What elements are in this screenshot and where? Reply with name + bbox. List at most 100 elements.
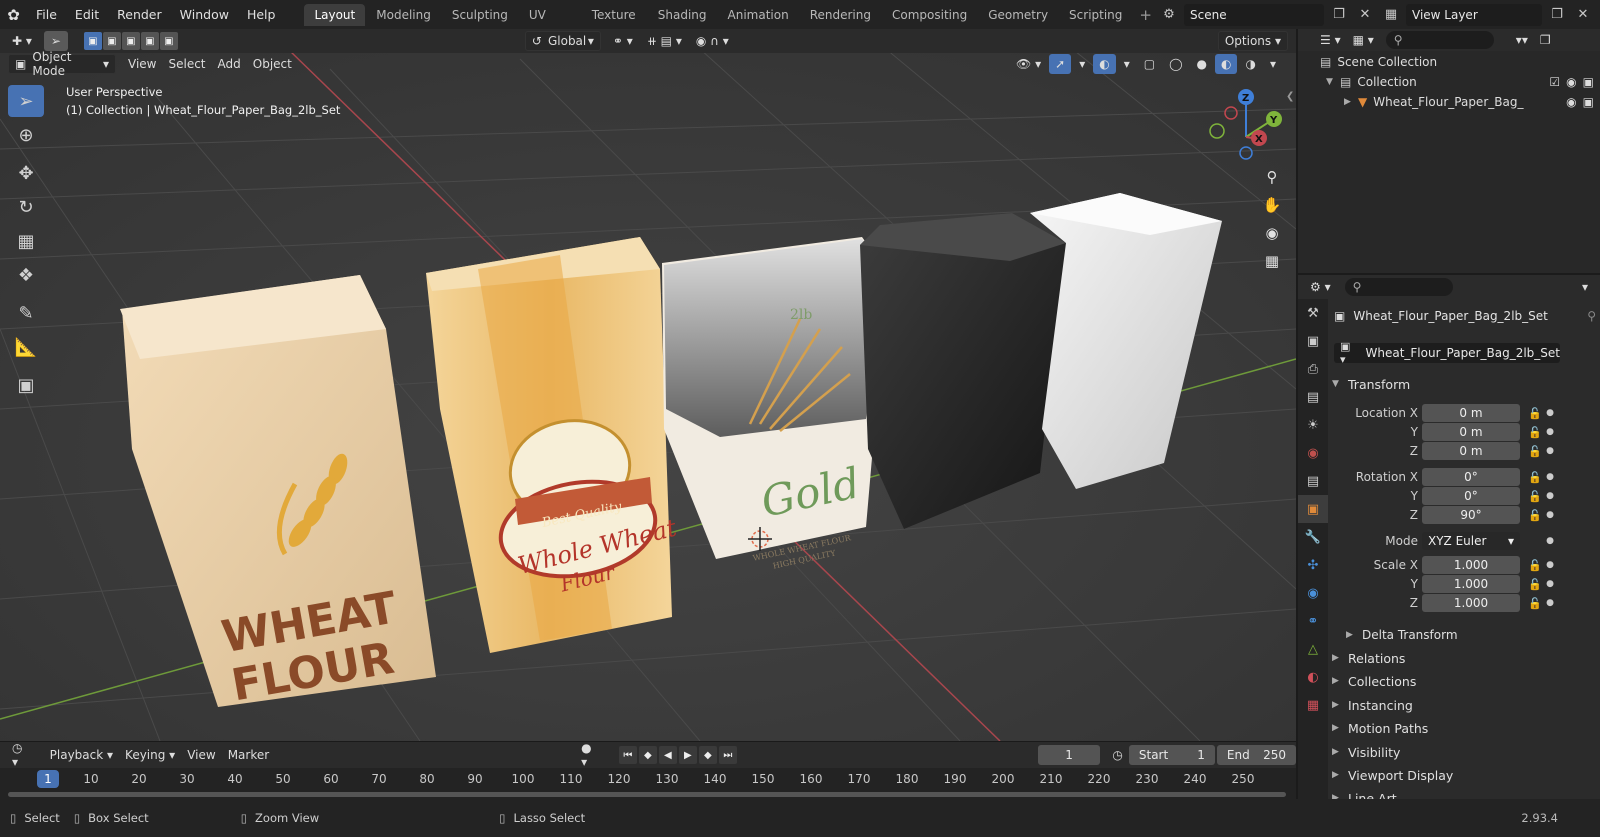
pin-icon[interactable]: ⚲	[1587, 309, 1596, 323]
annotate-icon[interactable]: ✎	[8, 297, 44, 329]
proportional-edit-icon[interactable]: ◉ ∩ ▾	[690, 31, 735, 51]
object-tab-icon[interactable]: ▣	[1298, 495, 1328, 523]
tab-shading[interactable]: Shading	[648, 4, 717, 26]
shading-material-icon[interactable]: ◐	[1215, 54, 1238, 74]
start-frame-field[interactable]: Start 1	[1128, 745, 1215, 765]
grid-icon[interactable]: ▦	[1258, 247, 1286, 275]
visibility-icon[interactable]: 👁 ▾	[1010, 54, 1047, 74]
panel-line-art[interactable]: ▶ Line Art	[1332, 787, 1596, 800]
texture-tab-icon[interactable]: ▦	[1298, 691, 1328, 719]
transform-orientation-dropdown[interactable]: ↺ Global ▾	[524, 31, 601, 51]
cursor-icon[interactable]: ⊕	[8, 119, 44, 151]
menu-playback[interactable]: Playback ▾	[44, 745, 119, 765]
object-name-field[interactable]: ▣ ▾ Wheat_Flour_Paper_Bag_2lb_Set	[1334, 340, 1560, 366]
tab-layout[interactable]: Layout	[304, 3, 366, 26]
options-dropdown[interactable]: Options ▾	[1217, 31, 1288, 51]
timeline-editor-type-icon[interactable]: ◷ ▾	[6, 741, 36, 769]
prev-keyframe-icon[interactable]: ◆	[638, 746, 657, 764]
editor-type-icon[interactable]: ✚ ▾	[6, 31, 38, 51]
object-mode-dropdown[interactable]: ▣ Object Mode ▾	[8, 50, 116, 78]
shading-solid-icon[interactable]: ●	[1191, 54, 1213, 74]
auto-keying-icon[interactable]: ● ▾	[575, 741, 605, 769]
scale-icon[interactable]: ▦	[8, 225, 44, 257]
outliner-row-collection[interactable]: ▼ ▤ Collection ☑ ◉ ▣	[1298, 72, 1598, 92]
camera-render-icon[interactable]: ▣	[1583, 75, 1594, 89]
shading-wireframe-icon[interactable]: ◯	[1163, 54, 1188, 74]
keyframe-dot-icon[interactable]: ●	[1544, 598, 1556, 608]
expand-arrow-icon[interactable]: ▶	[1344, 97, 1358, 107]
rotation-z-field[interactable]: 90°	[1422, 506, 1520, 524]
blender-logo-icon[interactable]: ✿	[0, 0, 27, 29]
camera-render-icon[interactable]: ▣	[1583, 95, 1594, 109]
tab-rendering[interactable]: Rendering	[800, 4, 881, 26]
tab-geometry-nodes[interactable]: Geometry Nodes	[978, 4, 1058, 44]
current-frame-field[interactable]: 1	[1037, 745, 1101, 765]
new-scene-icon[interactable]: ❐	[1328, 4, 1350, 26]
collection-tab-icon[interactable]: ▤	[1298, 467, 1328, 495]
location-x-field[interactable]: 0 m	[1422, 404, 1520, 422]
new-view-layer-icon[interactable]: ❐	[1546, 4, 1568, 26]
view-layer-field[interactable]: View Layer	[1406, 3, 1542, 26]
menu-timeline-view[interactable]: View	[181, 745, 221, 765]
scene-name-field[interactable]: Scene	[1184, 3, 1324, 26]
render-tab-icon[interactable]: ▣	[1298, 327, 1328, 355]
checkbox-icon[interactable]: ☑	[1549, 75, 1560, 89]
hand-icon[interactable]: ✋	[1258, 191, 1286, 219]
shading-dropdown-icon[interactable]: ▾	[1264, 54, 1282, 74]
snap-icon[interactable]: ⧺ ▤ ▾	[641, 31, 688, 51]
menu-marker[interactable]: Marker	[222, 745, 275, 765]
lock-icon[interactable]: 🔓	[1526, 471, 1544, 484]
mode-extend-icon[interactable]: ▣	[102, 32, 121, 50]
keyframe-dot-icon[interactable]: ●	[1544, 427, 1556, 437]
3d-viewport[interactable]: WHEAT FLOUR Best Quality Whole Wheat Flo…	[0, 29, 1296, 741]
gizmo-toggle-icon[interactable]: ➚	[1049, 54, 1072, 74]
properties-search-input[interactable]: ⚲	[1344, 278, 1453, 296]
menu-edit[interactable]: Edit	[66, 0, 108, 29]
play-reverse-icon[interactable]: ◀	[658, 746, 677, 764]
rotation-x-field[interactable]: 0°	[1422, 468, 1520, 486]
use-preview-range-icon[interactable]: ◷	[1106, 745, 1128, 765]
zoom-icon[interactable]: ⚲	[1258, 163, 1286, 191]
rotate-icon[interactable]: ↻	[8, 191, 44, 223]
mode-subtract-icon[interactable]: ▣	[121, 32, 140, 50]
pivot-point-icon[interactable]: ⚭ ▾	[607, 31, 639, 51]
rotation-y-field[interactable]: 0°	[1422, 487, 1520, 505]
menu-select[interactable]: Select	[162, 54, 211, 74]
transform-icon[interactable]: ❖	[8, 259, 44, 291]
sidebar-toggle-icon[interactable]: ❮	[1286, 91, 1294, 102]
tab-texture-paint[interactable]: Texture Paint	[582, 4, 647, 44]
delta-transform-subpanel[interactable]: ▶ Delta Transform	[1346, 624, 1600, 646]
scene-icon[interactable]: ⚙	[1158, 4, 1180, 26]
tool-tab-icon[interactable]: ⚒	[1298, 299, 1328, 327]
menu-add[interactable]: Add	[212, 54, 247, 74]
menu-keying[interactable]: Keying ▾	[119, 745, 181, 765]
jump-end-icon[interactable]: ⏭	[718, 746, 737, 764]
lock-icon[interactable]: 🔓	[1526, 559, 1544, 572]
tab-animation[interactable]: Animation	[718, 4, 799, 26]
lock-icon[interactable]: 🔓	[1526, 509, 1544, 522]
measure-icon[interactable]: 📐	[8, 331, 44, 363]
lock-icon[interactable]: 🔓	[1526, 490, 1544, 503]
play-icon[interactable]: ▶	[678, 746, 697, 764]
current-frame-marker[interactable]: 1	[37, 770, 59, 788]
panel-relations[interactable]: ▶ Relations	[1332, 647, 1596, 669]
location-z-field[interactable]: 0 m	[1422, 442, 1520, 460]
keyframe-dot-icon[interactable]: ●	[1544, 446, 1556, 456]
lock-icon[interactable]: 🔓	[1526, 597, 1544, 610]
add-workspace-icon[interactable]: +	[1133, 6, 1158, 24]
scene-tab-icon[interactable]: ☀	[1298, 411, 1328, 439]
gizmo-dropdown-icon[interactable]: ▾	[1073, 54, 1091, 74]
scale-y-field[interactable]: 1.000	[1422, 575, 1520, 593]
constraints-tab-icon[interactable]: ⚭	[1298, 607, 1328, 635]
xray-icon[interactable]: ▢	[1138, 54, 1161, 74]
location-y-field[interactable]: 0 m	[1422, 423, 1520, 441]
move-icon[interactable]: ✥	[8, 157, 44, 189]
funnel-icon[interactable]: ▾▾	[1510, 30, 1534, 50]
menu-file[interactable]: File	[27, 0, 66, 29]
scale-x-field[interactable]: 1.000	[1422, 556, 1520, 574]
panel-collections[interactable]: ▶ Collections	[1332, 670, 1596, 692]
menu-help[interactable]: Help	[238, 0, 285, 29]
material-tab-icon[interactable]: ◐	[1298, 663, 1328, 691]
physics-tab-icon[interactable]: ◉	[1298, 579, 1328, 607]
next-keyframe-icon[interactable]: ◆	[698, 746, 717, 764]
